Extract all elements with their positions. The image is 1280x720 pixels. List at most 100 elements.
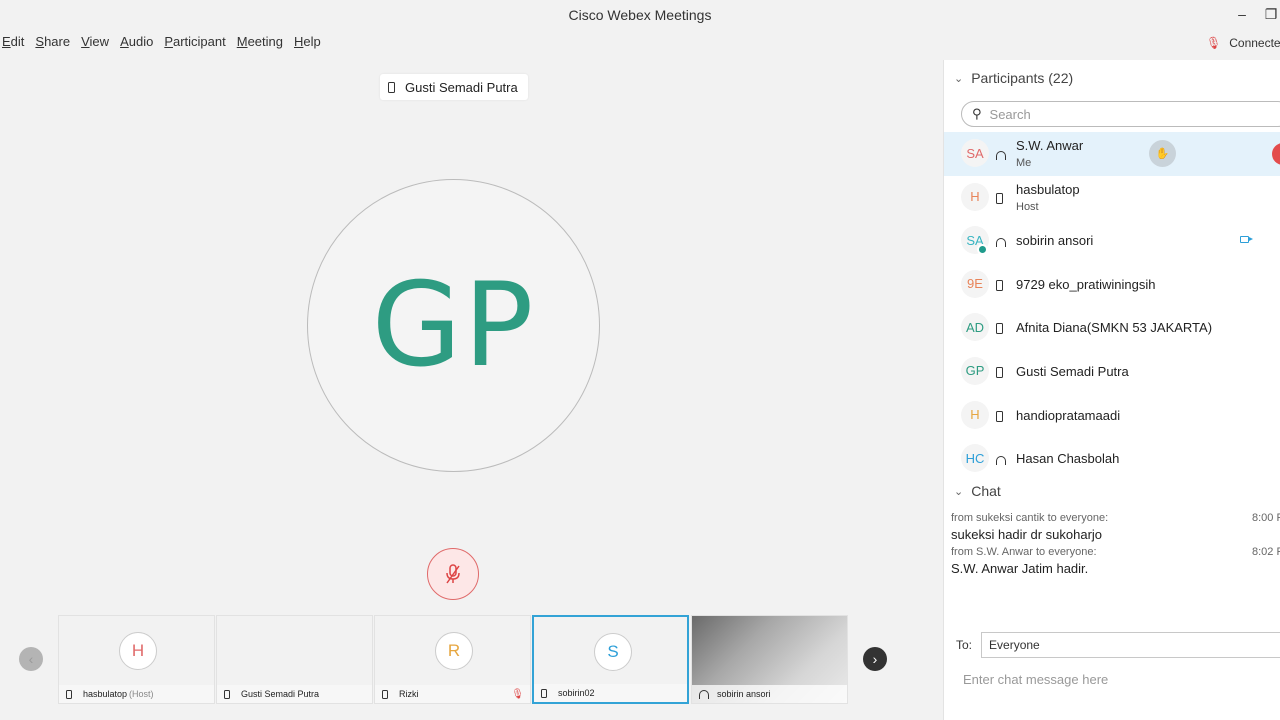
video-thumbnail[interactable]: H hasbulatop (Host) [58,615,215,704]
mute-button[interactable] [427,548,479,600]
participant-name: sobirin ansori [1016,233,1094,249]
menu-meeting[interactable]: Meeting [237,34,283,56]
maximize-button[interactable]: ❐ [1261,4,1280,24]
title-bar: Cisco Webex Meetings – ❐ [0,0,1280,30]
muted-mic-icon: 🎙 [511,688,524,700]
phone-icon [388,81,395,93]
participant-avatar: GP [961,356,989,385]
chat-sender: from S.W. Anwar to everyone: [951,546,1097,558]
thumbnail-label: Gusti Semadi Putra [217,685,372,703]
participant-name: hasbulatop [1016,181,1080,197]
video-thumbnail-selected[interactable]: S sobirin02 [532,615,689,704]
phone-icon [541,688,547,698]
menu-help[interactable]: Help [294,34,321,56]
chat-time: 8:02 PM [1252,546,1280,558]
chat-sender: from sukeksi cantik to everyone: [951,512,1109,524]
participant-name: Afnita Diana(SMKN 53 JAKARTA) [1016,320,1213,336]
participant-role: Host [1016,200,1039,213]
window-title: Cisco Webex Meetings [568,7,712,23]
search-input[interactable] [989,106,1240,122]
active-speaker-label: Gusti Semadi Putra [380,74,528,100]
chat-time: 8:00 PM [1252,512,1280,524]
phone-icon [996,278,1003,296]
participant-row[interactable]: SA S.W. Anwar Me ✋ [944,132,1280,176]
chat-message-text: sukeksi hadir dr sukoharjo [951,527,1103,542]
chat-message-text: S.W. Anwar Jatim hadir. [951,561,1089,576]
thumbnail-name: hasbulatop [83,689,128,699]
chat-message-meta: from sukeksi cantik to everyone: 8:00 PM [951,512,1280,527]
participant-avatar: 9E [961,269,989,298]
video-thumbnail[interactable]: sobirin ansori [691,615,848,704]
chevron-down-icon: ⌄ [954,485,964,498]
chat-message-meta: from S.W. Anwar to everyone: 8:02 PM [951,546,1280,561]
thumbnail-avatar: S [594,633,632,671]
phone-icon [996,365,1003,383]
participant-avatar: H [961,400,989,429]
minimize-button[interactable]: – [1232,4,1252,24]
status-dot-icon [977,244,988,256]
host-tag: (Host) [129,689,154,699]
participant-row[interactable]: GP Gusti Semadi Putra [944,350,1280,394]
menu-participant[interactable]: Participant [164,34,225,56]
connection-label: Connected [1229,36,1280,50]
mute-status-icon[interactable] [1272,143,1280,165]
headset-icon [996,234,1006,252]
video-camera-icon [1240,236,1253,244]
participant-avatar: H [961,182,989,211]
thumbnail-label: sobirin ansori [692,685,847,703]
participant-row[interactable]: H hasbulatop Host [944,176,1280,220]
participant-role: Me [1016,157,1032,169]
participant-search[interactable]: ⚲ [961,101,1280,127]
menu-edit[interactable]: Edit [2,34,24,56]
chat-recipient-row: To: Everyone [956,632,1280,658]
phone-icon [996,191,1003,209]
participant-avatar: HC [961,444,989,472]
side-panel: ⌄ Participants (22) ⚲ SA S.W. Anwar Me ✋… [943,60,1280,720]
phone-icon [224,689,230,699]
phone-icon [996,409,1003,427]
active-speaker-avatar: GP [307,179,600,472]
menu-audio[interactable]: Audio [120,34,153,56]
headset-icon [996,452,1006,470]
muted-mic-icon: 🎙 [1206,36,1222,50]
phone-icon [382,689,388,699]
participant-row[interactable]: H handiopratamaadi [944,394,1280,438]
chat-header[interactable]: ⌄ Chat [954,483,1001,499]
thumbnail-name: Gusti Semadi Putra [241,689,320,699]
video-thumbnail[interactable]: Gusti Semadi Putra [216,615,373,704]
raise-hand-icon[interactable]: ✋ [1149,140,1176,167]
chat-recipient-select[interactable]: Everyone [981,632,1280,658]
scroll-right-button[interactable]: › [863,647,887,671]
participant-name: Gusti Semadi Putra [1016,363,1129,379]
participant-list: SA S.W. Anwar Me ✋ H hasbulatop Host SA … [944,132,1280,472]
participant-row[interactable]: 9E 9729 eko_pratiwiningsih [944,263,1280,307]
video-thumbnail[interactable]: R Rizki 🎙 [374,615,531,704]
participant-row[interactable]: HC Hasan Chasbolah [944,437,1280,472]
thumbnail-label: Rizki 🎙 [375,685,530,703]
participant-name: 9729 eko_pratiwiningsih [1016,276,1156,292]
participant-row[interactable]: AD Afnita Diana(SMKN 53 JAKARTA) [944,306,1280,350]
chevron-down-icon: ⌄ [954,72,964,85]
participant-name: S.W. Anwar [1016,138,1084,153]
participant-name: handiopratamaadi [1016,407,1121,423]
phone-icon [66,689,72,699]
active-speaker-initials: GP [371,258,536,393]
muted-mic-icon [446,564,460,584]
connection-status[interactable]: 🎙 Connected [1206,36,1280,50]
video-stage: Gusti Semadi Putra GP ‹ › H hasbulatop (… [0,60,942,720]
phone-icon [996,321,1003,339]
chat-input[interactable] [963,672,1273,687]
menu-bar: Edit Share View Audio Participant Meetin… [0,34,330,56]
chat-messages: from sukeksi cantik to everyone: 8:00 PM… [951,512,1280,580]
search-icon: ⚲ [972,106,982,121]
thumbnail-avatar: R [435,632,473,670]
participant-row[interactable]: SA sobirin ansori [944,219,1280,263]
participant-avatar: AD [961,313,989,342]
menu-share[interactable]: Share [35,34,70,56]
scroll-left-button[interactable]: ‹ [19,647,43,671]
thumbnail-name: sobirin02 [558,688,595,698]
chat-to-label: To: [956,638,973,652]
thumbnail-name: Rizki [399,689,419,699]
participants-header[interactable]: ⌄ Participants (22) [954,70,1073,86]
menu-view[interactable]: View [81,34,109,56]
